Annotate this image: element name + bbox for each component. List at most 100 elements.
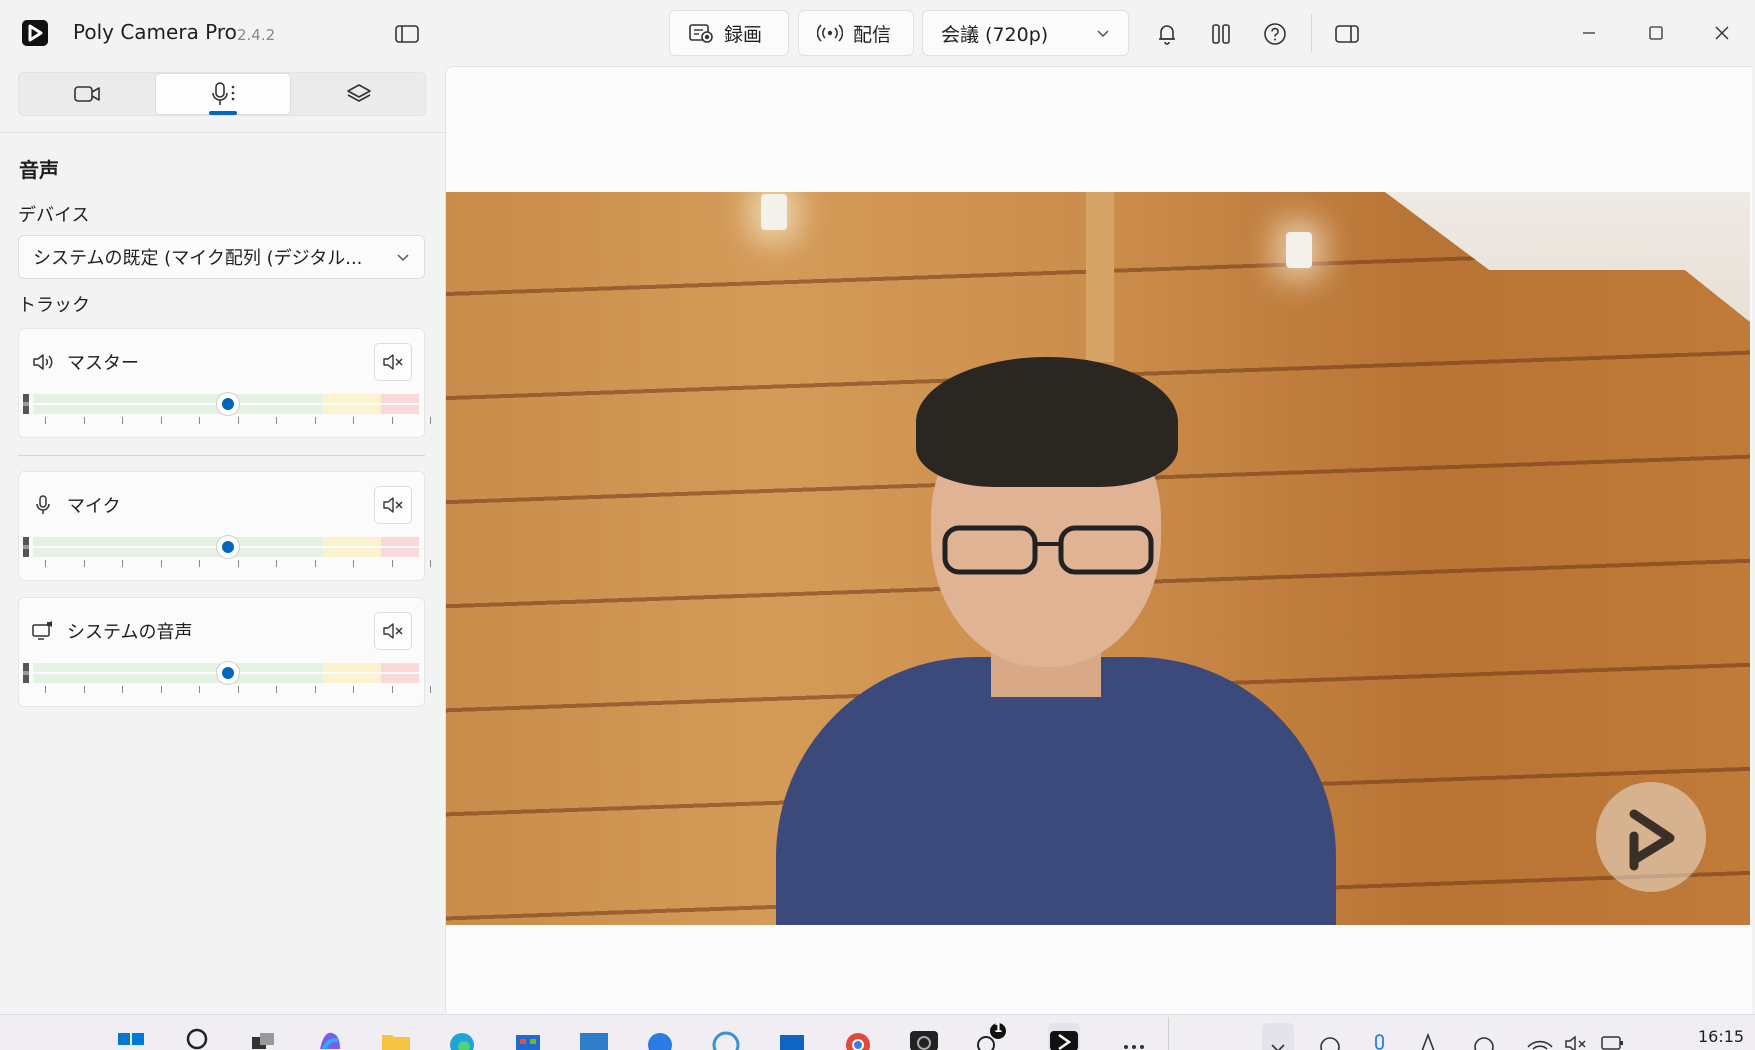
slider-thumb[interactable] bbox=[215, 392, 240, 416]
app-icon[interactable] bbox=[710, 1023, 742, 1050]
tray-brightness-icon[interactable] bbox=[1468, 1023, 1500, 1050]
record-button[interactable]: 録画 bbox=[669, 10, 789, 56]
speaker-mute-icon bbox=[383, 354, 403, 370]
notification-app-icon[interactable]: 1 bbox=[974, 1021, 1006, 1050]
speaker-mute-icon bbox=[383, 497, 403, 513]
mute-button[interactable] bbox=[374, 612, 412, 650]
taskbar-divider bbox=[1168, 1017, 1169, 1050]
layers-icon bbox=[347, 84, 371, 102]
device-select[interactable]: システムの既定 (マイク配列 (デジタル... bbox=[18, 235, 425, 279]
tray-pen-icon[interactable] bbox=[1412, 1023, 1444, 1050]
slider-tick bbox=[122, 560, 123, 567]
tray-chevron-icon[interactable] bbox=[1262, 1023, 1294, 1050]
slider-thumb[interactable] bbox=[215, 535, 240, 559]
slider-tick bbox=[45, 417, 46, 424]
panel-tabbar bbox=[18, 72, 426, 116]
app-icon[interactable] bbox=[578, 1023, 610, 1050]
outlook-icon[interactable] bbox=[776, 1023, 808, 1050]
slider-tick bbox=[430, 686, 431, 693]
slider-ticks bbox=[23, 686, 431, 694]
layout-columns-icon[interactable] bbox=[1206, 19, 1236, 49]
poly-logo-watermark-icon bbox=[1596, 782, 1706, 892]
meter-yellow-zone bbox=[323, 537, 381, 557]
panel-separator bbox=[0, 132, 445, 133]
slider-tick bbox=[353, 686, 354, 693]
help-icon[interactable] bbox=[1260, 19, 1290, 49]
video-preview-area bbox=[445, 66, 1752, 1014]
start-icon[interactable] bbox=[116, 1023, 148, 1050]
task-view-icon[interactable] bbox=[248, 1023, 280, 1050]
device-label: デバイス bbox=[18, 205, 90, 226]
volume-slider[interactable] bbox=[23, 392, 419, 416]
taskbar-clock[interactable]: 16:15 bbox=[1698, 1027, 1744, 1046]
device-select-value: システムの既定 (マイク配列 (デジタル... bbox=[33, 248, 363, 269]
close-icon[interactable] bbox=[1704, 16, 1740, 50]
right-panel-toggle-icon[interactable] bbox=[1332, 19, 1362, 49]
track-card-master: マスター bbox=[18, 328, 431, 438]
help-app-icon[interactable] bbox=[644, 1023, 676, 1050]
tab-video[interactable] bbox=[19, 73, 155, 115]
meter-peak-indicator bbox=[23, 394, 29, 414]
slider-tick bbox=[83, 560, 85, 567]
mute-button[interactable] bbox=[374, 343, 412, 381]
track-name: マスター bbox=[67, 353, 139, 374]
mode-select[interactable]: 会議 (720p) bbox=[922, 10, 1129, 56]
video-camera-icon bbox=[74, 86, 100, 102]
store-icon[interactable] bbox=[512, 1023, 544, 1050]
track-header: マスター bbox=[31, 349, 139, 375]
speaker-icon bbox=[33, 354, 53, 370]
track-card-system-audio: システムの音声 bbox=[18, 597, 431, 707]
app-icon[interactable] bbox=[908, 1023, 940, 1050]
poly-camera-taskbar-icon[interactable] bbox=[1048, 1023, 1080, 1050]
tab-audio[interactable] bbox=[155, 73, 291, 115]
track-name: システムの音声 bbox=[67, 622, 193, 643]
volume-slider[interactable] bbox=[23, 535, 419, 559]
track-header: マイク bbox=[31, 492, 121, 518]
volume-slider[interactable] bbox=[23, 661, 419, 685]
tab-layers[interactable] bbox=[291, 73, 427, 115]
track-name: マイク bbox=[67, 496, 121, 517]
tray-volume-mute-icon[interactable] bbox=[1560, 1023, 1592, 1050]
monitor-audio-icon bbox=[32, 621, 52, 640]
tray-app-icon[interactable] bbox=[1314, 1023, 1346, 1050]
person-hair bbox=[916, 357, 1178, 487]
mode-select-value: 会議 (720p) bbox=[941, 23, 1049, 46]
tray-battery-icon[interactable] bbox=[1596, 1023, 1628, 1050]
tray-wifi-icon[interactable] bbox=[1524, 1023, 1556, 1050]
sidebar-toggle-icon[interactable] bbox=[392, 19, 422, 49]
copilot-icon[interactable] bbox=[314, 1023, 346, 1050]
notification-bell-icon[interactable] bbox=[1152, 19, 1182, 49]
more-apps-icon[interactable] bbox=[1118, 1023, 1150, 1050]
ceiling-lamp-decor bbox=[761, 194, 787, 230]
edge-browser-icon[interactable] bbox=[446, 1023, 478, 1050]
chrome-icon[interactable] bbox=[842, 1023, 874, 1050]
chevron-down-icon bbox=[1097, 30, 1109, 38]
search-icon[interactable] bbox=[182, 1023, 214, 1050]
mute-button[interactable] bbox=[374, 486, 412, 524]
slider-tick bbox=[160, 560, 162, 567]
tray-microphone-icon[interactable] bbox=[1364, 1023, 1396, 1050]
meter-red-zone bbox=[381, 394, 419, 414]
meter-red-zone bbox=[381, 537, 419, 557]
camera-preview[interactable] bbox=[446, 192, 1750, 925]
meter-peak-indicator bbox=[23, 663, 29, 683]
broadcast-label: 配信 bbox=[853, 23, 892, 46]
slider-thumb[interactable] bbox=[215, 661, 240, 685]
record-label: 録画 bbox=[724, 23, 763, 46]
meter-green-zone bbox=[33, 394, 323, 414]
slider-tick bbox=[353, 560, 354, 567]
slider-tick bbox=[160, 686, 162, 693]
minimize-icon[interactable] bbox=[1571, 16, 1607, 50]
slider-tick bbox=[314, 686, 316, 693]
slider-tick bbox=[430, 560, 431, 567]
slider-tick bbox=[199, 560, 200, 567]
title-bar: Poly Camera Pro 2.4.2 録画 配信 会議 (720p) bbox=[0, 0, 1755, 66]
slider-ticks bbox=[23, 560, 431, 568]
slider-tick bbox=[122, 686, 123, 693]
maximize-icon[interactable] bbox=[1638, 16, 1674, 50]
file-explorer-icon[interactable] bbox=[380, 1023, 412, 1050]
audio-settings-panel: 音声 デバイス システムの既定 (マイク配列 (デジタル... トラック マスタ… bbox=[0, 66, 445, 1014]
broadcast-button[interactable]: 配信 bbox=[798, 10, 914, 56]
slider-tick bbox=[122, 417, 123, 424]
toolbar-divider bbox=[1311, 14, 1312, 52]
